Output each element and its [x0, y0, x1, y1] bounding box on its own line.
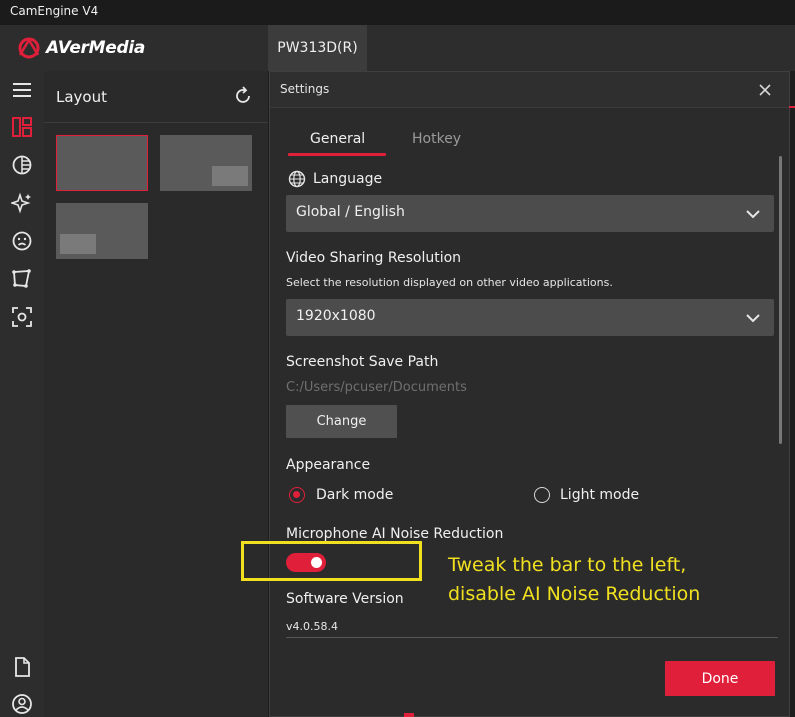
pip-inset	[212, 166, 248, 186]
software-version-label: Software Version	[286, 591, 404, 607]
tab-hotkey[interactable]: Hotkey	[412, 131, 461, 147]
annotation-line-1: Tweak the bar to the left,	[448, 554, 687, 576]
annotation-line-2: disable AI Noise Reduction	[448, 583, 701, 605]
language-value: Global / English	[296, 204, 405, 220]
light-mode-radio[interactable]	[534, 487, 550, 503]
content-divider	[286, 637, 778, 638]
language-label: Language	[313, 171, 383, 187]
avermedia-logo-icon	[18, 37, 40, 59]
screenshot-icon[interactable]	[9, 304, 35, 330]
layout-option-pip-left[interactable]	[56, 203, 148, 259]
background-accent-mark	[789, 106, 795, 108]
brand-logo: AVerMedia	[16, 35, 145, 61]
account-icon[interactable]	[9, 691, 35, 717]
window-title: CamEngine V4	[10, 4, 99, 18]
screenshot-path-label: Screenshot Save Path	[286, 354, 439, 370]
device-tab[interactable]: PW313D(R)	[268, 25, 367, 71]
done-button[interactable]: Done	[665, 661, 775, 696]
brand-name: AVerMedia	[46, 38, 146, 58]
appearance-label: Appearance	[286, 457, 371, 473]
crop-icon[interactable]	[9, 266, 35, 292]
dialog-title: Settings	[280, 82, 330, 96]
dark-mode-label[interactable]: Dark mode	[316, 487, 393, 503]
window-titlebar: CamEngine V4	[0, 0, 795, 25]
layout-panel-title: Layout	[56, 88, 107, 106]
chevron-down-icon	[746, 210, 760, 219]
resolution-value: 1920x1080	[296, 308, 376, 324]
active-tab-indicator	[288, 153, 386, 156]
layout-panel: Layout	[44, 71, 268, 717]
document-icon[interactable]	[9, 654, 35, 680]
icon-sidebar	[0, 71, 44, 717]
app-header: AVerMedia PW313D(R)	[0, 25, 795, 71]
face-icon[interactable]	[9, 228, 35, 254]
dark-mode-radio[interactable]	[289, 487, 305, 503]
color-adjust-icon[interactable]	[9, 152, 35, 178]
settings-dialog: Settings General Hotkey Language Global …	[269, 71, 790, 717]
highlight-box	[241, 541, 422, 581]
layout-option-single[interactable]	[56, 135, 148, 191]
change-path-button[interactable]: Change	[286, 405, 397, 438]
refresh-icon[interactable]	[232, 85, 254, 107]
chevron-down-icon	[746, 314, 760, 323]
dialog-header: Settings	[270, 72, 789, 108]
tab-general[interactable]: General	[310, 131, 365, 147]
scrollbar[interactable]	[779, 156, 782, 444]
menu-icon[interactable]	[9, 77, 35, 103]
video-sharing-label: Video Sharing Resolution	[286, 250, 462, 266]
pip-inset	[60, 234, 96, 254]
language-select[interactable]: Global / English	[286, 195, 774, 232]
background-accent-mark	[404, 713, 414, 717]
noise-reduction-label: Microphone AI Noise Reduction	[286, 526, 504, 542]
video-sharing-description: Select the resolution displayed on other…	[286, 276, 613, 289]
software-version-value: v4.0.58.4	[286, 620, 338, 633]
close-icon[interactable]	[755, 80, 775, 100]
layout-icon[interactable]	[9, 114, 35, 140]
effects-icon[interactable]	[9, 190, 35, 216]
layout-panel-divider	[44, 122, 268, 123]
globe-icon	[288, 170, 306, 188]
light-mode-label[interactable]: Light mode	[560, 487, 639, 503]
layout-option-pip-right[interactable]	[160, 135, 252, 191]
screenshot-path-value: C:/Users/pcuser/Documents	[286, 380, 467, 395]
resolution-select[interactable]: 1920x1080	[286, 299, 774, 336]
